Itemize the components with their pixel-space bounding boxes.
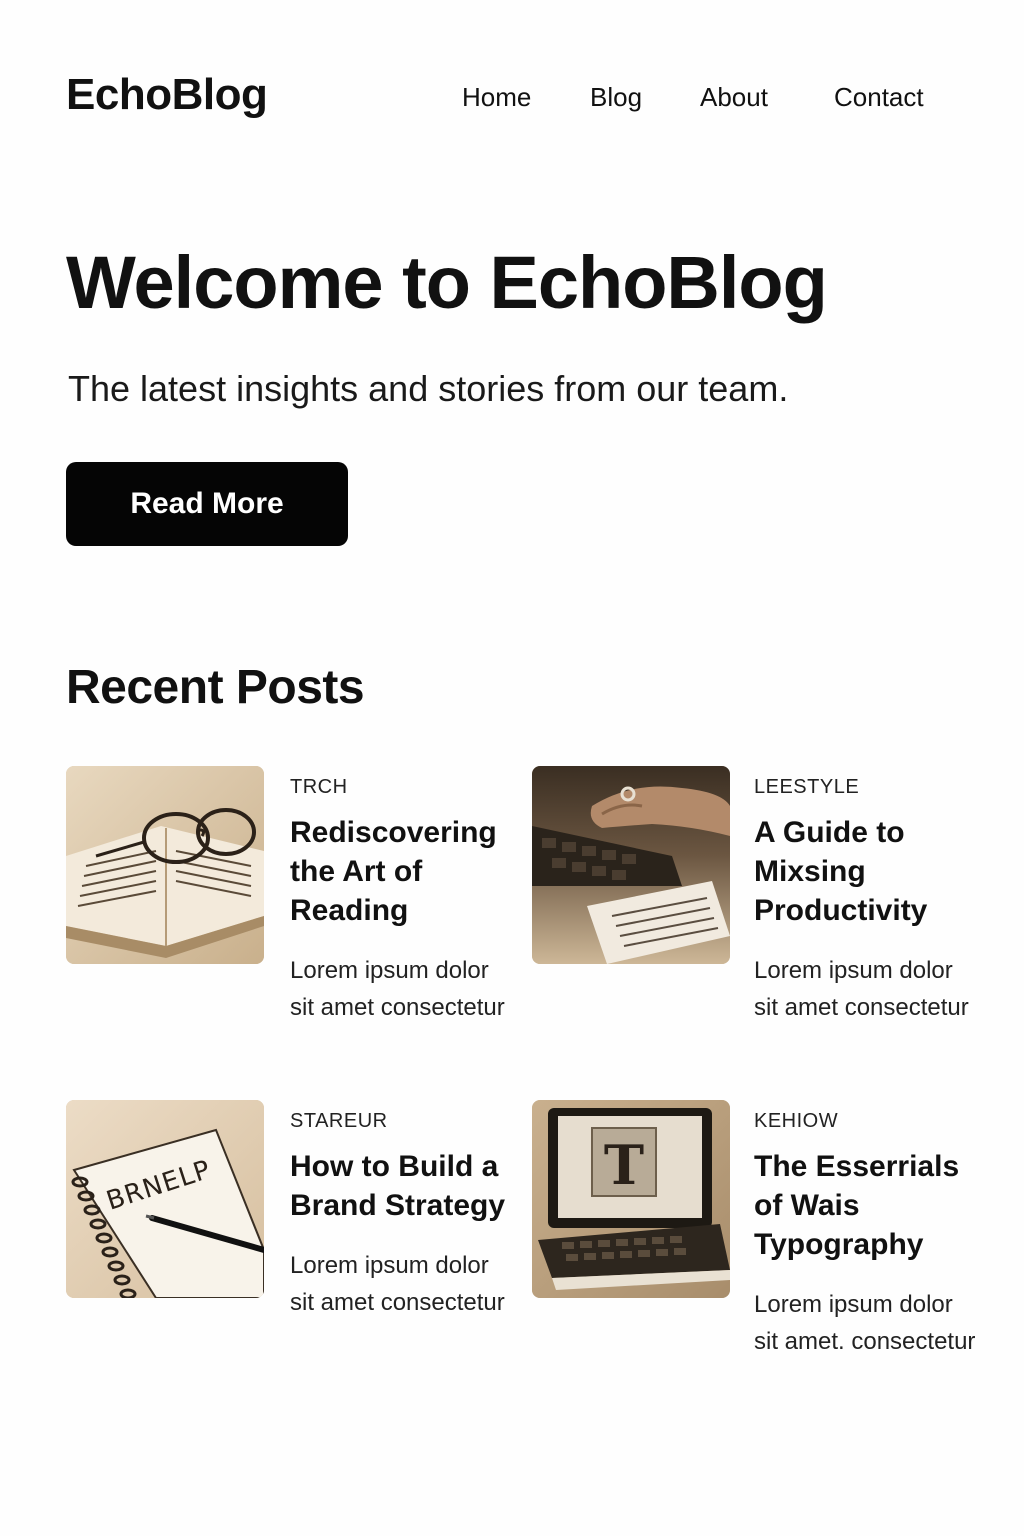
post-title[interactable]: The Esserrials of Wais Typography <box>754 1147 976 1264</box>
nav-about-link[interactable]: About <box>700 82 768 113</box>
main-nav: Home Blog About Contact <box>0 82 1024 116</box>
post-card[interactable]: T KEHIOW The Esserrials of Wais Typograp… <box>532 1100 975 1400</box>
post-category[interactable]: KEHIOW <box>754 1110 976 1133</box>
screen-letter: T <box>604 1133 644 1197</box>
post-excerpt: Lorem ipsum dolor sit amet. consectetur <box>754 1291 976 1355</box>
post-excerpt: Lorem ipsum dolor sit amet consectetur <box>290 1252 505 1316</box>
post-category[interactable]: STAREUR <box>290 1110 510 1133</box>
nav-home-link[interactable]: Home <box>462 82 531 113</box>
post-title[interactable]: Rediscovering the Art of Reading <box>290 813 510 930</box>
notebook-with-pen-image[interactable]: BRNELP <box>66 1100 264 1298</box>
post-excerpt: Lorem ipsum dolor sit amet consectetur <box>290 957 505 1021</box>
post-excerpt: Lorem ipsum dolor sit amet consectetur <box>754 957 969 1021</box>
post-card[interactable]: LEESTYLE A Guide to Mixsing Productivity… <box>532 766 972 1066</box>
hero-title: Welcome to EchoBlog <box>66 241 828 324</box>
book-with-glasses-image[interactable] <box>66 766 264 964</box>
post-text: STAREUR How to Build a Brand Strategy Lo… <box>290 1110 510 1321</box>
post-category[interactable]: TRCH <box>290 776 510 799</box>
post-text: KEHIOW The Esserrials of Wais Typography… <box>754 1110 976 1360</box>
laptop-with-letter-image[interactable]: T <box>532 1100 730 1298</box>
nav-contact-link[interactable]: Contact <box>834 82 924 113</box>
post-text: LEESTYLE A Guide to Mixsing Productivity… <box>754 776 974 1026</box>
hand-on-keyboard-image[interactable] <box>532 766 730 964</box>
hero-subtitle: The latest insights and stories from our… <box>68 368 789 409</box>
post-card[interactable]: TRCH Rediscovering the Art of Reading Lo… <box>66 766 506 1066</box>
post-category[interactable]: LEESTYLE <box>754 776 974 799</box>
post-card[interactable]: BRNELP STAREUR How to Build a Brand Stra… <box>66 1100 506 1400</box>
nav-blog-link[interactable]: Blog <box>590 82 642 113</box>
recent-posts-heading: Recent Posts <box>66 661 365 714</box>
post-title[interactable]: How to Build a Brand Strategy <box>290 1147 510 1225</box>
post-title[interactable]: A Guide to Mixsing Productivity <box>754 813 974 930</box>
read-more-button[interactable]: Read More <box>66 462 348 546</box>
post-text: TRCH Rediscovering the Art of Reading Lo… <box>290 776 510 1026</box>
